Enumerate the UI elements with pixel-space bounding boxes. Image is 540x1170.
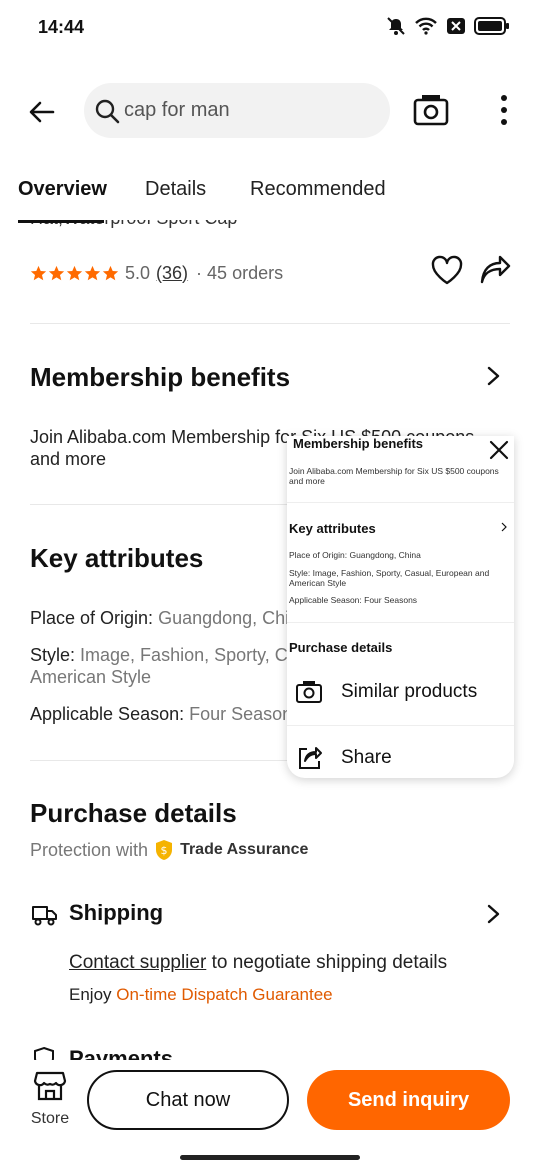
preview-origin: Place of Origin: Guangdong, China [289, 550, 421, 560]
contact-supplier-link[interactable]: Contact supplier [69, 952, 206, 973]
divider [287, 502, 514, 503]
battery-icon [474, 17, 509, 35]
back-button[interactable] [24, 94, 60, 130]
preview-purchase-title: Purchase details [289, 640, 393, 655]
dispatch-row: Enjoy On-time Dispatch Guarantee [69, 985, 333, 1004]
dispatch-guarantee-link[interactable]: On-time Dispatch Guarantee [116, 985, 332, 1004]
review-count-link[interactable]: (36) [156, 263, 188, 284]
chat-now-button[interactable]: Chat now [87, 1070, 289, 1130]
home-indicator[interactable] [180, 1155, 360, 1160]
status-icons [386, 16, 510, 36]
shipping-title[interactable]: Shipping [69, 900, 163, 926]
preview-season: Applicable Season: Four Seasons [289, 595, 418, 605]
more-options-popup: Membership benefits Join Alibaba.com Mem… [287, 436, 514, 778]
key-attributes-title: Key attributes [30, 543, 204, 573]
more-dot-icon [501, 107, 507, 113]
share-arrow-icon [480, 255, 511, 284]
purchase-title: Purchase details [30, 798, 237, 828]
star-icon [102, 265, 119, 280]
search-icon [95, 99, 120, 123]
tab-details[interactable]: Details [145, 178, 206, 201]
store-label: Store [30, 1110, 70, 1127]
tab-bar: Overview Details Recommended [0, 168, 540, 220]
similar-products-label: Similar products [341, 681, 478, 702]
camera-icon [413, 95, 449, 126]
favorite-button[interactable] [430, 254, 464, 288]
status-bar: 14:44 [0, 0, 540, 56]
chevron-right-icon[interactable] [482, 903, 504, 925]
protection-row: Protection with $ Trade Assurance [30, 839, 309, 861]
heart-icon [431, 255, 463, 285]
star-icon [66, 265, 83, 280]
payments-shield-icon [34, 1046, 54, 1060]
back-arrow-icon [29, 101, 55, 123]
wifi-icon [415, 17, 437, 35]
preview-membership-title: Membership benefits [293, 436, 424, 451]
close-icon [489, 440, 509, 460]
similar-products-item[interactable]: Similar products [287, 662, 514, 722]
star-icon [30, 265, 47, 280]
preview-style: Style: Image, Fashion, Sporty, Casual, E… [289, 568, 490, 588]
star-rating [30, 265, 119, 282]
svg-text:$: $ [161, 844, 168, 857]
rating-row: 5.0 (36) · 45 orders [30, 254, 512, 290]
payments-row[interactable]: Payments [0, 1040, 540, 1060]
divider [287, 725, 514, 726]
share-item[interactable]: Share [287, 728, 514, 778]
share-icon [299, 747, 322, 769]
tab-recommended[interactable]: Recommended [250, 178, 386, 201]
share-button[interactable] [478, 254, 512, 288]
rating-value: 5.0 [125, 262, 151, 283]
star-icon [48, 265, 65, 280]
tab-overview[interactable]: Overview [18, 178, 107, 201]
chevron-right-icon[interactable] [482, 365, 504, 387]
status-time: 14:44 [38, 17, 85, 37]
sim-off-icon [447, 18, 465, 34]
top-bar: cap for man [0, 82, 540, 140]
trade-assurance-shield-icon: $ [156, 840, 173, 860]
search-query: cap for man [124, 99, 230, 121]
star-icon [84, 265, 101, 280]
divider [287, 622, 514, 623]
payments-title: Payments [69, 1046, 173, 1060]
bottom-action-bar: Store Chat now Send inquiry [0, 1060, 540, 1170]
share-label: Share [341, 747, 392, 768]
more-dot-icon [501, 95, 507, 101]
camera-icon [296, 681, 322, 703]
more-dot-icon [501, 119, 507, 125]
store-icon [33, 1071, 67, 1101]
preview-key-title: Key attributes [289, 521, 376, 536]
contact-supplier-row: Contact supplier to negotiate shipping d… [69, 952, 448, 973]
preview-membership-text: Join Alibaba.com Membership for Six US $… [289, 466, 499, 486]
membership-title: Membership benefits [30, 362, 291, 392]
search-input[interactable]: cap for man [84, 83, 390, 138]
mute-icon [387, 17, 405, 35]
more-options-button[interactable] [492, 92, 516, 128]
trade-assurance-badge: $ Trade Assurance [154, 839, 308, 861]
chevron-right-icon [501, 522, 507, 532]
tab-underline [18, 220, 104, 223]
orders-count: · 45 orders [196, 262, 284, 283]
send-inquiry-button[interactable]: Send inquiry [307, 1070, 510, 1130]
store-button[interactable]: Store [28, 1070, 72, 1138]
divider [30, 323, 510, 324]
popup-close-button[interactable] [487, 438, 511, 462]
image-search-button[interactable] [412, 92, 452, 128]
truck-icon [32, 906, 57, 926]
